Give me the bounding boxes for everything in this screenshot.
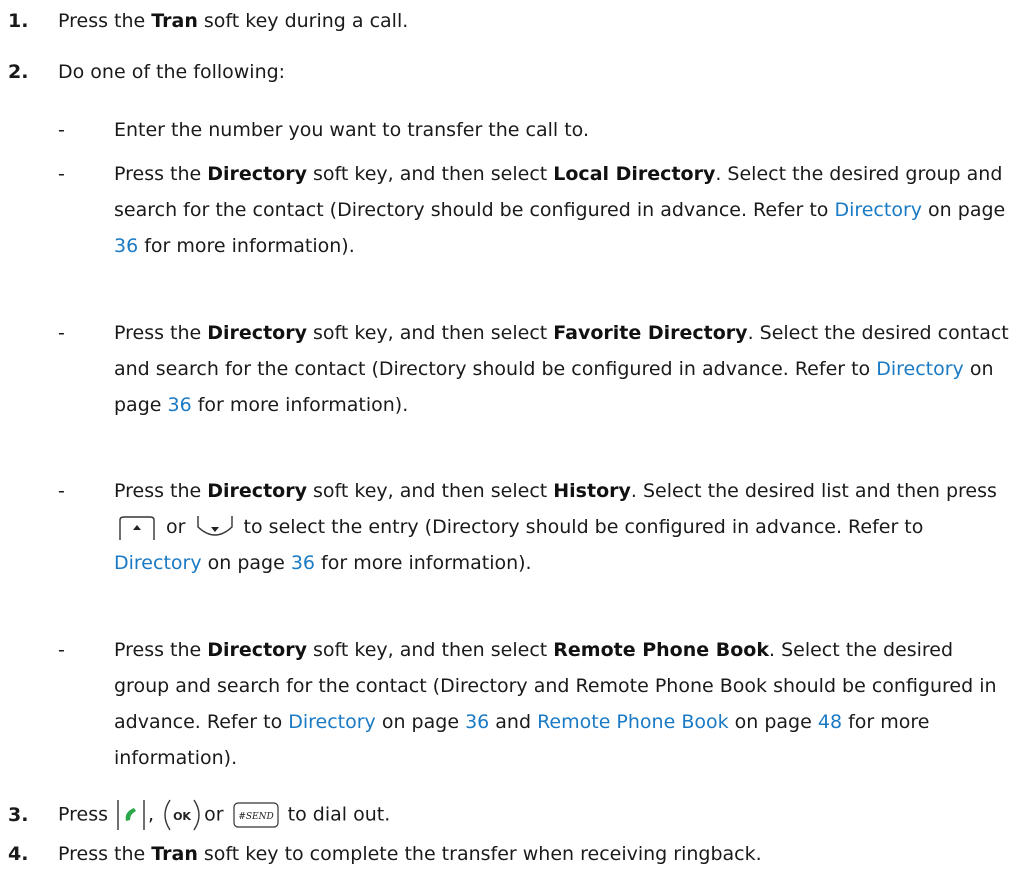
- list-dash: -: [58, 119, 65, 141]
- option-text: Press the Directory soft key, and then s…: [114, 639, 997, 769]
- directory-link[interactable]: Directory: [114, 552, 202, 574]
- page-link[interactable]: 36: [291, 552, 315, 574]
- option-text: Press the Directory soft key, and then s…: [114, 480, 997, 574]
- list-dash: -: [58, 639, 65, 661]
- step-number: 1.: [8, 10, 29, 32]
- ok-key-icon: OK: [162, 798, 202, 832]
- svg-text:OK: OK: [173, 810, 191, 823]
- up-arrow-key-icon: [118, 515, 156, 541]
- step-text: Do one of the following:: [58, 61, 286, 83]
- directory-link[interactable]: Directory: [876, 358, 964, 380]
- directory-link[interactable]: Directory: [288, 711, 376, 733]
- step-number: 4.: [8, 843, 29, 865]
- remote-phone-book-link[interactable]: Remote Phone Book: [537, 711, 729, 733]
- list-dash: -: [58, 480, 65, 502]
- list-dash: -: [58, 163, 65, 185]
- handset-call-key-icon: [116, 798, 146, 832]
- directory-link[interactable]: Directory: [834, 199, 922, 221]
- step-text: Press , OK or #SEND to dial out.: [58, 798, 390, 832]
- softkey-name: Tran: [151, 10, 198, 32]
- page-link[interactable]: 36: [465, 711, 489, 733]
- down-arrow-key-icon: [196, 515, 234, 541]
- step-number: 3.: [8, 804, 29, 826]
- option-text: Press the Directory soft key, and then s…: [114, 322, 1009, 416]
- softkey-name: Tran: [151, 843, 198, 865]
- option-text: Enter the number you want to transfer th…: [114, 119, 589, 141]
- step-number: 2.: [8, 61, 29, 83]
- page-link[interactable]: 48: [818, 711, 842, 733]
- option-text: Press the Directory soft key, and then s…: [114, 163, 1006, 257]
- step-text: Press the Tran soft key during a call.: [58, 10, 409, 32]
- page-link[interactable]: 36: [114, 235, 138, 257]
- list-dash: -: [58, 322, 65, 344]
- page-link[interactable]: 36: [168, 394, 192, 416]
- send-key-icon: #SEND: [232, 801, 280, 829]
- step-text: Press the Tran soft key to complete the …: [58, 843, 762, 865]
- svg-text:#SEND: #SEND: [238, 812, 273, 822]
